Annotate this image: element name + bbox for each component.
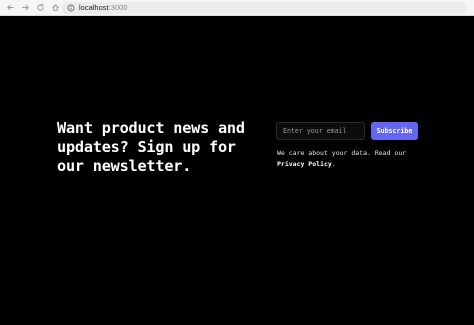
home-icon[interactable] [50, 3, 60, 13]
forward-icon[interactable] [20, 3, 30, 13]
privacy-note-text: We care about your data. Read our [277, 149, 407, 157]
email-input[interactable] [276, 122, 365, 140]
newsletter-form: Subscribe [276, 122, 418, 140]
privacy-note: We care about your data. Read our Privac… [277, 148, 427, 170]
subscribe-button[interactable]: Subscribe [371, 122, 418, 140]
newsletter-headline: Want product news and updates? Sign up f… [57, 119, 245, 175]
back-icon[interactable] [5, 3, 15, 13]
url-text: localhost:3000 [79, 2, 127, 14]
privacy-policy-link[interactable]: Privacy Policy [277, 160, 332, 168]
browser-toolbar: localhost:3000 [0, 0, 474, 16]
address-bar[interactable]: localhost:3000 [62, 2, 467, 14]
privacy-note-end: . [331, 160, 336, 168]
reload-icon[interactable] [35, 3, 45, 13]
page-content: Want product news and updates? Sign up f… [0, 17, 474, 325]
site-info-icon[interactable] [67, 4, 75, 12]
url-port: :3000 [108, 3, 128, 12]
url-host: localhost [79, 3, 109, 12]
